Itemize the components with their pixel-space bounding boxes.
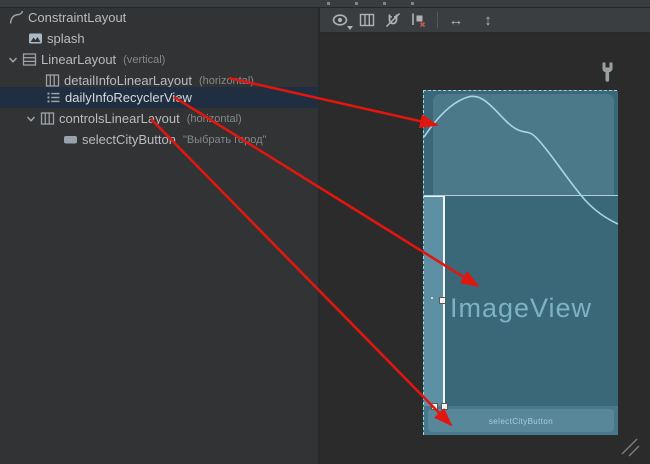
tree-item-label: ConstraintLayout xyxy=(28,10,126,25)
expand-vertical-icon[interactable]: ↕ xyxy=(475,9,501,31)
resize-handle[interactable] xyxy=(431,403,438,410)
tree-item-annotation: (vertical) xyxy=(123,54,165,66)
button-icon xyxy=(63,132,78,147)
toolbar-mark xyxy=(411,2,414,5)
device-screen[interactable]: ImageView selectCityButton xyxy=(423,90,617,435)
tree-item-label: controlsLinearLayout xyxy=(59,111,180,126)
linear-layout-vertical-icon xyxy=(22,52,37,67)
linear-layout-horizontal-icon xyxy=(40,111,55,126)
toolbar-mark xyxy=(327,2,330,5)
controls-section[interactable]: selectCityButton xyxy=(424,406,618,435)
tree-item-label: dailyInfoRecyclerView xyxy=(65,90,192,105)
design-toolbar: ↔ ↕ xyxy=(320,8,650,33)
detail-info-highlight xyxy=(433,94,614,195)
tree-item-splash[interactable]: splash xyxy=(0,28,346,49)
autoconnect-off-icon[interactable] xyxy=(380,9,406,31)
tree-item-linearlayout[interactable]: LinearLayout (vertical) xyxy=(0,49,326,70)
toolbar-mark xyxy=(355,2,358,5)
tree-item-annotation: (horizontal) xyxy=(199,75,254,87)
toolbar-separator xyxy=(437,12,438,28)
expand-horizontal-icon[interactable]: ↔ xyxy=(443,9,469,31)
tree-item-label: splash xyxy=(47,31,85,46)
constraint-layout-icon xyxy=(9,10,24,25)
detail-info-section[interactable] xyxy=(424,91,618,196)
baseline-dot xyxy=(431,297,433,299)
component-tree-panel: ConstraintLayout splash LinearLayout (ve… xyxy=(0,8,318,464)
wrench-icon xyxy=(601,62,614,83)
select-city-button-label: selectCityButton xyxy=(424,417,618,426)
image-view-icon xyxy=(28,31,43,46)
tree-item-dailyinforecyclerview[interactable]: dailyInfoRecyclerView xyxy=(0,87,364,108)
tree-item-constraintlayout[interactable]: ConstraintLayout xyxy=(0,7,327,28)
tree-item-label: LinearLayout xyxy=(41,52,116,67)
resize-handle[interactable] xyxy=(439,297,446,304)
resize-handle[interactable] xyxy=(441,403,448,410)
canvas-resize-handle[interactable] xyxy=(620,437,640,457)
clear-constraints-icon[interactable] xyxy=(406,9,432,31)
linear-layout-horizontal-icon xyxy=(45,73,60,88)
tree-item-value: "Выбрать город" xyxy=(183,134,266,146)
tree-item-label: selectCityButton xyxy=(82,132,176,147)
chevron-down-icon[interactable] xyxy=(8,55,18,65)
recycler-view-icon xyxy=(46,90,61,105)
tree-item-label: detailInfoLinearLayout xyxy=(64,73,192,88)
dropdown-caret-icon xyxy=(347,26,353,30)
blueprint-mode-icon[interactable] xyxy=(354,9,380,31)
tree-item-controlslinearlayout[interactable]: controlsLinearLayout (horizontal) xyxy=(0,108,344,129)
tree-item-annotation: (horizontal) xyxy=(187,113,242,125)
imageview-placeholder-label: ImageView xyxy=(424,293,618,324)
chevron-down-icon[interactable] xyxy=(26,114,36,124)
view-options-icon[interactable] xyxy=(328,9,354,31)
toolbar-mark xyxy=(383,2,386,5)
